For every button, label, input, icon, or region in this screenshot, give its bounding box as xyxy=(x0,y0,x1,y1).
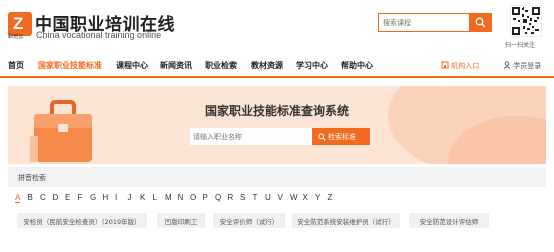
search-banner: 国家职业技能标准查询系统 检索标准 xyxy=(8,86,546,164)
alphabet-letter-t[interactable]: T xyxy=(253,193,258,202)
alphabet-letter-d[interactable]: D xyxy=(53,193,59,202)
qr-code xyxy=(510,5,542,37)
nav-item-job-search[interactable]: 职业检索 xyxy=(205,60,237,71)
alphabet-letter-g[interactable]: G xyxy=(90,193,96,202)
nav-item-textbooks[interactable]: 教材资源 xyxy=(251,60,283,71)
banner-title: 国家职业技能标准查询系统 xyxy=(204,104,349,118)
alphabet-letter-l[interactable]: L xyxy=(153,193,157,202)
pinyin-search-header: 拼音检索 xyxy=(8,167,546,187)
alphabet-letter-f[interactable]: F xyxy=(78,193,83,202)
logo-subtext: 职培云 xyxy=(8,33,24,40)
org-entry-link[interactable]: 机构入口 xyxy=(441,61,479,71)
standard-search-field xyxy=(190,128,312,145)
occupation-tag[interactable]: 安全防范系统安装维护员（试行） xyxy=(292,213,400,228)
alphabet-letter-c[interactable]: C xyxy=(40,193,46,202)
nav-item-learning-center[interactable]: 学习中心 xyxy=(296,60,328,71)
occupation-tag[interactable]: 安检员（民航安全检查员）（2019年版） xyxy=(17,213,147,228)
alphabet-letter-u[interactable]: U xyxy=(265,193,271,202)
header: Z 职培云 中国职业培训在线 China vocational training… xyxy=(0,0,554,54)
alphabet-letter-z[interactable]: Z xyxy=(328,193,333,202)
search-standard-label: 检索标准 xyxy=(328,133,356,141)
alphabet-letter-h[interactable]: H xyxy=(103,193,109,202)
alphabet-letter-n[interactable]: N xyxy=(178,193,184,202)
user-icon xyxy=(503,61,511,69)
alphabet-letter-s[interactable]: S xyxy=(240,193,245,202)
nav-item-course-center[interactable]: 课程中心 xyxy=(116,60,148,71)
search-standard-button[interactable]: 检索标准 xyxy=(312,128,370,145)
occupation-tag[interactable]: 凹版印刷工 xyxy=(157,213,205,228)
standard-search-input[interactable] xyxy=(193,129,309,144)
search-icon xyxy=(475,17,486,28)
alphabet-letter-i[interactable]: I xyxy=(115,193,117,202)
alphabet-letter-x[interactable]: X xyxy=(303,193,308,202)
occupation-tag-list: 安检员（民航安全检查员）（2019年版） 凹版印刷工 安全评价师（试行） 安全防… xyxy=(0,213,554,229)
building-icon xyxy=(441,61,449,69)
alphabet-letter-v[interactable]: V xyxy=(278,193,283,202)
header-search-button[interactable] xyxy=(469,13,492,32)
student-login-link[interactable]: 学员登录 xyxy=(503,61,541,71)
qr-code-icon xyxy=(512,7,540,35)
org-entry-label: 机构入口 xyxy=(451,62,480,70)
alphabet-letter-w[interactable]: W xyxy=(290,193,298,202)
nav-item-home[interactable]: 首页 xyxy=(8,60,24,71)
alphabet-letter-m[interactable]: M xyxy=(165,193,172,202)
alphabet-letter-q[interactable]: Q xyxy=(215,193,221,202)
occupation-tag[interactable]: 安全防范设计评估师 xyxy=(409,213,489,228)
nav-item-news[interactable]: 新闻资讯 xyxy=(160,60,192,71)
search-icon xyxy=(318,133,326,141)
nav-item-help-center[interactable]: 帮助中心 xyxy=(341,60,373,71)
main-nav: 首页 国家职业技能标准 课程中心 新闻资讯 职业检索 教材资源 学习中心 帮助中… xyxy=(0,56,554,78)
nav-item-national-standards[interactable]: 国家职业技能标准 xyxy=(38,60,102,71)
site-subtitle-en: China vocational training online xyxy=(36,30,162,40)
pinyin-search-label: 拼音检索 xyxy=(18,174,46,182)
alphabet-letter-j[interactable]: J xyxy=(128,193,132,202)
student-login-label: 学员登录 xyxy=(513,62,542,70)
alphabet-letter-a[interactable]: A xyxy=(15,193,21,203)
logo-letter: Z xyxy=(13,14,24,33)
qr-caption: 扫一扫关注 xyxy=(505,42,536,49)
alphabet-letter-y[interactable]: Y xyxy=(315,193,320,202)
alphabet-letter-k[interactable]: K xyxy=(140,193,145,202)
occupation-tag[interactable]: 安全评价师（试行） xyxy=(213,213,285,228)
alphabet-letter-e[interactable]: E xyxy=(65,193,70,202)
alphabet-letter-p[interactable]: P xyxy=(203,193,208,202)
alphabet-letter-r[interactable]: R xyxy=(228,193,234,202)
header-search xyxy=(378,13,492,32)
alphabet-letter-b[interactable]: B xyxy=(28,193,33,202)
alphabet-letter-o[interactable]: O xyxy=(190,193,196,202)
header-search-input[interactable] xyxy=(383,16,467,29)
